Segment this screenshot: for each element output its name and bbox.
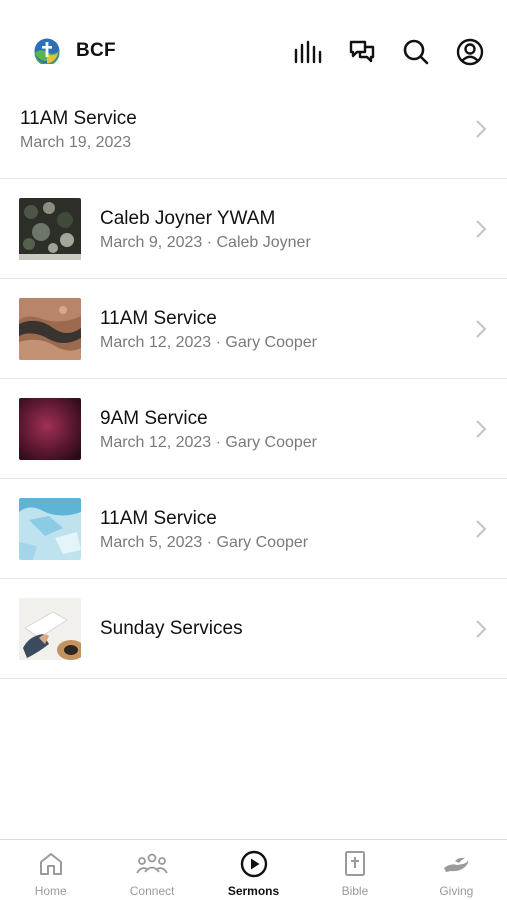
sermon-title: 9AM Service — [100, 408, 208, 429]
sermon-thumbnail — [19, 198, 81, 260]
bible-icon — [344, 851, 365, 876]
sermon-title: 11AM Service — [100, 508, 217, 529]
sermon-title: Caleb Joyner YWAM — [100, 208, 276, 229]
sermon-title: 11AM Service — [100, 308, 217, 329]
sermon-text: 11AM Service March 19, 2023 — [20, 107, 137, 154]
sermon-subtitle: March 19, 2023 — [20, 134, 132, 151]
profile-button[interactable] — [453, 36, 487, 68]
sermon-row[interactable]: 11AM Service March 19, 2023 — [0, 79, 507, 179]
crimson-image-icon — [19, 398, 81, 460]
sermon-title: 11AM Service — [20, 108, 137, 129]
sermon-text: 11AM Service March 5, 2023 · Gary Cooper — [100, 507, 308, 554]
sermon-subtitle: March 12, 2023 · Gary Cooper — [100, 434, 317, 451]
sermon-text: Caleb Joyner YWAM March 9, 2023 · Caleb … — [100, 207, 311, 254]
chevron-right-icon — [476, 420, 487, 438]
foliage-image-icon — [19, 198, 81, 260]
brand[interactable]: BCF — [34, 38, 116, 64]
sermons-screen: BCF 11AM Service March 19, 2023 Caleb Jo… — [0, 0, 507, 900]
audio-bars-icon — [294, 40, 322, 64]
sermon-subtitle: March 5, 2023 · Gary Cooper — [100, 534, 309, 551]
chevron-right-icon — [476, 620, 487, 638]
sermon-row[interactable]: 9AM Service March 12, 2023 · Gary Cooper — [0, 379, 507, 479]
account-circle-icon — [456, 38, 484, 66]
tab-sermons[interactable]: Sermons — [203, 840, 304, 900]
sermon-text: 9AM Service March 12, 2023 · Gary Cooper — [100, 407, 317, 454]
canyon-image-icon — [19, 298, 81, 360]
sermon-list: 11AM Service March 19, 2023 Caleb Joyner… — [0, 79, 507, 679]
sermon-thumbnail — [19, 598, 81, 660]
header-actions — [271, 36, 487, 68]
chat-bubbles-icon — [349, 40, 375, 63]
search-icon — [403, 39, 429, 65]
home-icon — [39, 853, 62, 875]
tab-label: Sermons — [227, 884, 280, 898]
ice-image-icon — [19, 498, 81, 560]
brand-name: BCF — [76, 40, 116, 61]
sermon-thumbnail — [19, 398, 81, 460]
tab-label: Connect — [129, 884, 175, 898]
tab-giving[interactable]: Giving — [406, 840, 507, 900]
bcf-logo-icon — [34, 38, 60, 64]
sermon-subtitle: March 12, 2023 · Gary Cooper — [100, 334, 317, 351]
sermon-text: Sunday Services — [100, 617, 243, 641]
bible-hat-image-icon — [19, 598, 81, 660]
giving-hand-icon — [444, 857, 469, 872]
sermon-row[interactable]: Caleb Joyner YWAM March 9, 2023 · Caleb … — [0, 179, 507, 279]
people-icon — [136, 853, 168, 874]
messages-button[interactable] — [345, 36, 379, 68]
tab-bible[interactable]: Bible — [304, 840, 405, 900]
chevron-right-icon — [476, 320, 487, 338]
bottom-tab-bar: Home Connect Sermons Bible Giving — [0, 839, 507, 900]
play-circle-icon — [240, 850, 267, 878]
sermon-thumbnail — [19, 498, 81, 560]
sermon-row[interactable]: Sunday Services — [0, 579, 507, 679]
tab-connect[interactable]: Connect — [101, 840, 202, 900]
sermon-title: Sunday Services — [100, 618, 243, 639]
chevron-right-icon — [476, 220, 487, 238]
sermon-row[interactable]: 11AM Service March 5, 2023 · Gary Cooper — [0, 479, 507, 579]
tab-label: Giving — [439, 884, 474, 898]
tab-label: Home — [34, 884, 67, 898]
search-button[interactable] — [399, 36, 433, 68]
chevron-right-icon — [476, 120, 487, 138]
sermon-text: 11AM Service March 12, 2023 · Gary Coope… — [100, 307, 317, 354]
tab-home[interactable]: Home — [0, 840, 101, 900]
sermon-row[interactable]: 11AM Service March 12, 2023 · Gary Coope… — [0, 279, 507, 379]
audio-bars-button[interactable] — [291, 36, 325, 68]
chevron-right-icon — [476, 520, 487, 538]
tab-label: Bible — [341, 884, 369, 898]
sermon-subtitle: March 9, 2023 · Caleb Joyner — [100, 234, 311, 251]
sermon-thumbnail — [19, 298, 81, 360]
